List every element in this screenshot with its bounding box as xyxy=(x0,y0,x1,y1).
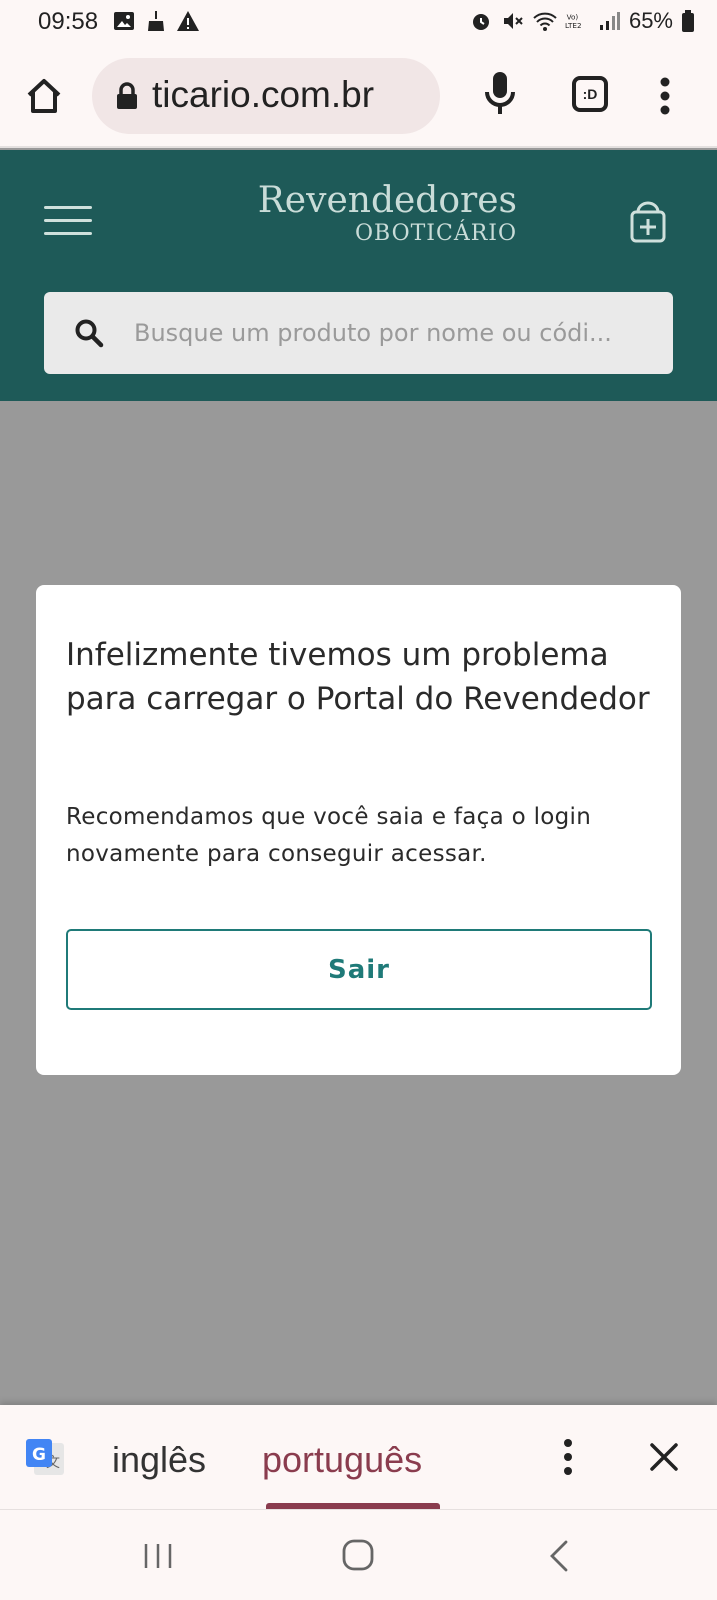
home-icon[interactable] xyxy=(24,76,64,116)
address-bar[interactable]: ticario.com.br xyxy=(92,58,440,134)
recents-icon[interactable] xyxy=(138,1538,178,1574)
battery-percent: 65% xyxy=(628,8,673,33)
site-header: Revendedores OBOTICÁRIO xyxy=(0,150,717,401)
brand-title: Revendedores xyxy=(257,180,517,221)
home-nav-icon[interactable] xyxy=(338,1538,378,1574)
browser-toolbar: ticario.com.br :D xyxy=(0,44,717,148)
lock-icon xyxy=(117,82,137,109)
dialog-title: Infelizmente tivemos um problema para ca… xyxy=(66,637,650,717)
volte-icon: Vo)LTE2 xyxy=(565,12,582,30)
search-input[interactable] xyxy=(134,316,659,350)
search-icon[interactable] xyxy=(74,318,104,348)
svg-text:G: G xyxy=(32,1445,46,1465)
menu-hamburger-icon[interactable] xyxy=(44,206,92,236)
cleaner-icon xyxy=(148,11,164,31)
google-translate-icon: 文G xyxy=(26,1439,64,1475)
more-vert-icon[interactable] xyxy=(556,1435,580,1479)
back-icon[interactable] xyxy=(540,1538,580,1574)
battery-icon xyxy=(682,10,694,32)
language-tab-target[interactable]: português xyxy=(262,1439,422,1481)
translate-bar: 文G inglês português xyxy=(0,1405,717,1509)
shopping-bag-icon[interactable] xyxy=(626,200,670,244)
language-tab-source[interactable]: inglês xyxy=(112,1439,206,1481)
tabs-icon[interactable]: :D xyxy=(572,76,608,112)
dialog-message: Recomendamos que você saia e faça o logi… xyxy=(66,804,592,867)
svg-text:LTE2: LTE2 xyxy=(565,21,582,30)
url-text: ticario.com.br xyxy=(152,74,375,115)
logout-button[interactable]: Sair xyxy=(66,929,652,1010)
search-bar xyxy=(44,292,673,374)
status-time: 09:58 xyxy=(38,8,99,35)
brand-subtitle: OBOTICÁRIO xyxy=(354,221,517,246)
warning-icon xyxy=(177,11,199,31)
alarm-icon xyxy=(472,14,489,30)
close-icon[interactable] xyxy=(648,1441,680,1473)
brand-logo[interactable]: Revendedores OBOTICÁRIO xyxy=(200,180,517,246)
more-vert-icon[interactable] xyxy=(650,74,680,118)
signal-icon xyxy=(599,12,620,30)
error-dialog: Infelizmente tivemos um problema para ca… xyxy=(36,585,681,1075)
system-nav-bar xyxy=(0,1509,717,1600)
mic-icon[interactable] xyxy=(482,70,518,116)
wifi-icon xyxy=(533,12,557,31)
mute-icon xyxy=(503,13,523,29)
status-bar: 09:58 Vo) LTE2 65% xyxy=(0,0,717,44)
svg-text:Vo): Vo) xyxy=(567,12,579,21)
image-icon xyxy=(114,12,134,30)
